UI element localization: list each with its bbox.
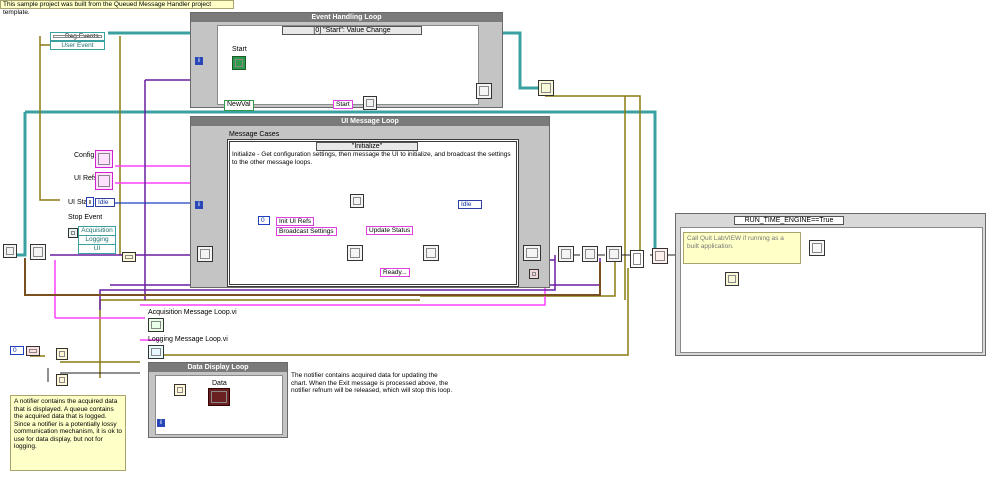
dequeue-message-icon xyxy=(197,246,213,262)
merge-errors-icon xyxy=(630,250,644,268)
zero-constant-inner: 0 xyxy=(258,216,270,225)
message-cases-label: Message Cases xyxy=(229,131,280,138)
idle-enum-constant: Idle xyxy=(95,198,115,207)
conditional-disable-structure: RUN_TIME_ENGINE==True Call Quit LabVIEW … xyxy=(675,213,986,356)
reg-events-node[interactable]: Reg Events xyxy=(50,32,105,41)
header-note: This sample project was built from the Q… xyxy=(0,0,234,16)
case-description: Initialize - Get configuration settings,… xyxy=(232,151,511,166)
idle-enum-inner: Idle xyxy=(458,200,482,209)
message-case-structure: "Initialize" Initialize - Get configurat… xyxy=(197,139,519,287)
enqueue-status-icon xyxy=(423,245,439,261)
message-queue-cluster: Acquisition Logging UI xyxy=(78,226,116,254)
ui-message-loop: UI Message Loop Message Cases i "Initial… xyxy=(190,116,550,288)
data-type-constant-icon xyxy=(26,346,40,356)
start-button-terminal[interactable] xyxy=(232,56,246,70)
ui-loop-title: UI Message Loop xyxy=(191,117,549,126)
obtain-notifier-icon xyxy=(56,374,68,386)
event-structure: [0] "Start": Value Change Start NewVal S… xyxy=(217,25,479,111)
conditional-frame: Call Quit LabVIEW if running as a built … xyxy=(680,227,983,353)
init-ui-refs-message: Init UI Refs xyxy=(276,217,315,226)
start-message-string: Start xyxy=(333,100,353,109)
data-loop-frame: Data xyxy=(155,375,283,435)
event-handling-loop: Event Handling Loop [0] "Start": Value C… xyxy=(190,12,503,111)
ready-message: Ready... xyxy=(380,268,410,277)
ui-loop-iteration-icon: i xyxy=(195,201,203,209)
notifier-note: A notifier contains the acquired data th… xyxy=(10,395,126,471)
event-selector[interactable]: [0] "Start": Value Change xyxy=(282,26,422,35)
enqueue-message-icon xyxy=(363,96,377,110)
user-event-type: User Event xyxy=(50,41,105,50)
ui-refs-label: UI Refs xyxy=(74,175,98,182)
app-kind-icon xyxy=(725,272,739,286)
release-queue-icon-2 xyxy=(582,246,598,262)
data-loop-iteration-icon: i xyxy=(157,419,165,427)
ui-refs-terminal xyxy=(95,172,113,190)
update-status-message: Update Status xyxy=(366,226,414,235)
release-queue-icon-1 xyxy=(558,246,574,262)
enqueue-broadcast-icon xyxy=(347,245,363,261)
error-handler-icon xyxy=(652,248,668,264)
ui-state-terminal xyxy=(86,197,94,207)
quit-labview-note: Call Quit LabVIEW if running as a built … xyxy=(683,232,801,264)
log-loop-label: Logging Message Loop.vi xyxy=(148,336,228,343)
cluster-item-logging: Logging xyxy=(79,236,115,245)
start-label: Start xyxy=(232,46,247,53)
init-user-event-icon xyxy=(122,252,136,262)
cluster-item-ui: UI xyxy=(93,245,101,252)
data-loop-title: Data Display Loop xyxy=(149,363,287,372)
acquisition-message-loop-icon[interactable] xyxy=(148,318,164,332)
handle-error-icon xyxy=(523,245,541,261)
obtain-queue-data-icon xyxy=(56,348,68,360)
newval-label: NewVal xyxy=(224,100,254,111)
ui-loop-stop-icon xyxy=(529,269,539,279)
destroy-user-event-icon xyxy=(538,80,554,96)
error-cluster-icon xyxy=(3,244,17,258)
zero-constant-left: 0 xyxy=(10,346,24,355)
cluster-item-acquisition: Acquisition xyxy=(79,227,115,236)
quit-labview-icon xyxy=(809,240,825,256)
config-label: Config xyxy=(74,152,95,159)
chart-note: The notifier contains acquired data for … xyxy=(288,370,456,400)
acq-loop-label: Acquisition Message Loop.vi xyxy=(148,309,237,316)
data-display-loop: Data Display Loop Data i xyxy=(148,362,288,438)
case-selector[interactable]: "Initialize" xyxy=(316,142,418,151)
run-time-engine-selector[interactable]: RUN_TIME_ENGINE==True xyxy=(734,216,844,225)
broadcast-settings-message: Broadcast Settings xyxy=(276,227,337,236)
logging-message-loop-icon[interactable] xyxy=(148,345,164,359)
wait-on-notification-icon xyxy=(174,384,186,396)
event-loop-title: Event Handling Loop xyxy=(191,13,502,22)
reg-events-label: Reg Events xyxy=(65,33,99,40)
chart-terminal xyxy=(208,388,230,406)
stop-event-label: Stop Event xyxy=(68,214,103,221)
read-config-icon xyxy=(350,194,364,208)
config-terminal xyxy=(95,150,113,168)
data-label: Data xyxy=(212,380,227,387)
event-loop-iteration-icon: i xyxy=(195,57,203,65)
obtain-queue-icon xyxy=(68,228,78,238)
release-notifier-icon xyxy=(606,246,622,262)
create-queues-icon xyxy=(30,244,46,260)
event-loop-stop-icon xyxy=(476,83,492,99)
